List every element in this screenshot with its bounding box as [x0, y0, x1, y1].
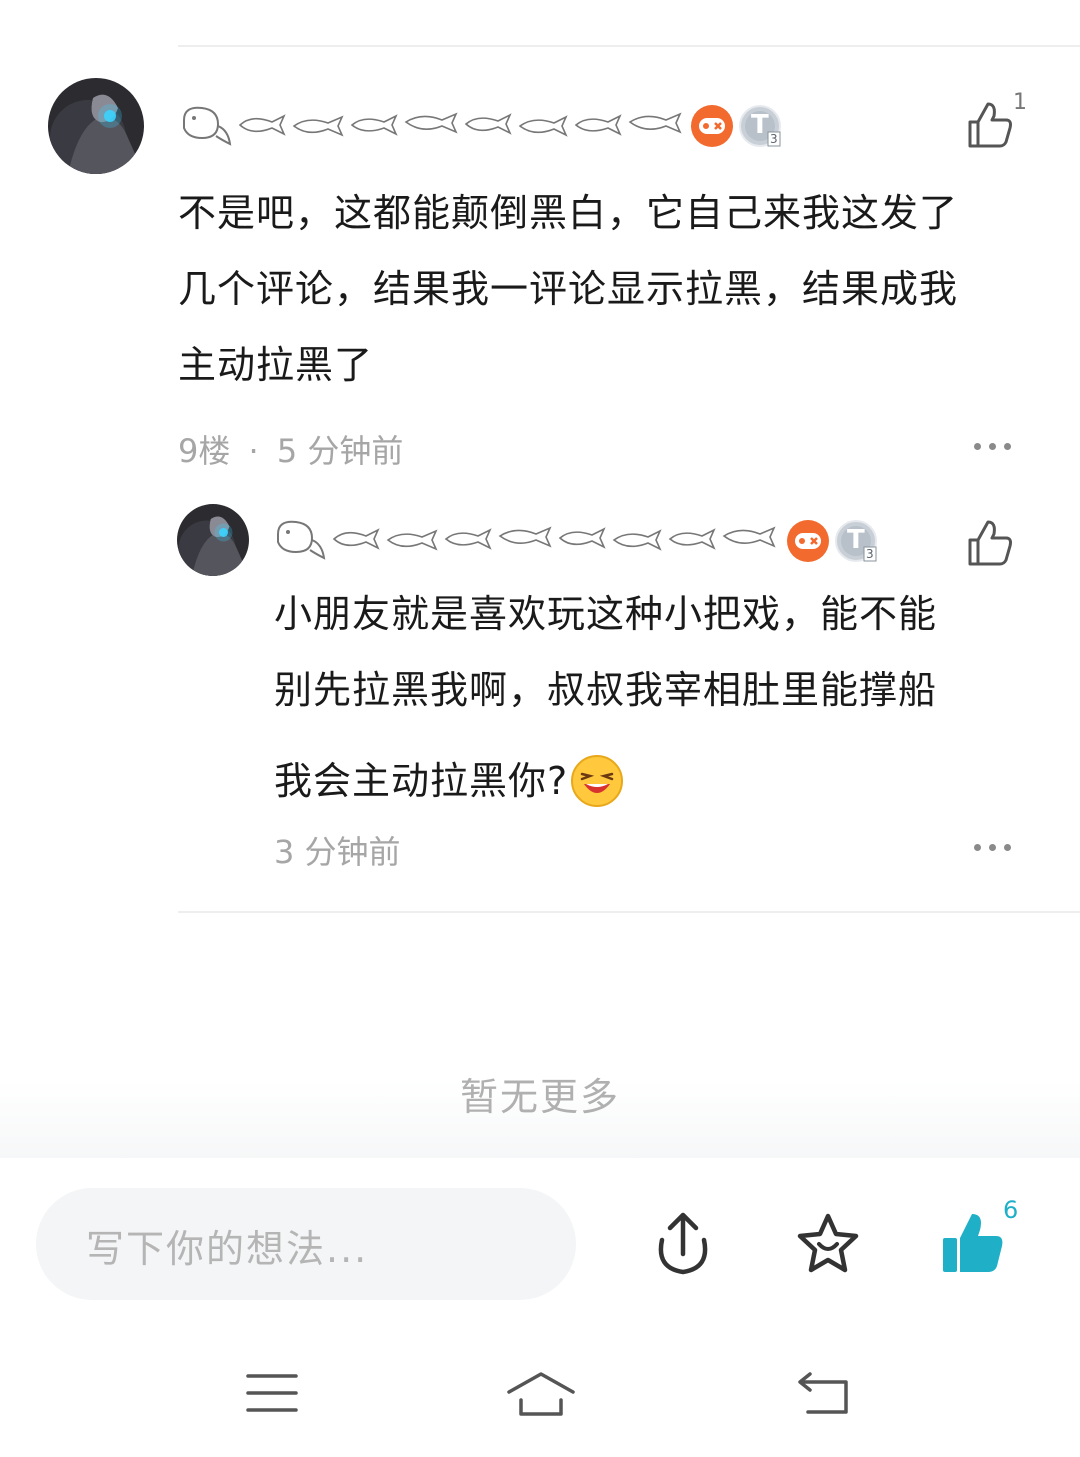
- level-badge-number: 3: [866, 547, 874, 561]
- reply-like-icon[interactable]: [966, 518, 1014, 568]
- comment-meta: 9楼 · 5 分钟前: [178, 426, 403, 472]
- reply-text-line-2: 别先拉黑我啊，叔叔我宰相肚里能撑船: [274, 668, 938, 712]
- comment-input-placeholder: 写下你的想法...: [86, 1227, 369, 1271]
- reply-text-last-line: 我会主动拉黑你?: [274, 759, 569, 803]
- menu-icon[interactable]: [246, 1372, 298, 1414]
- game-badge-icon: [691, 105, 733, 147]
- fish-doodle-icon: [668, 528, 716, 550]
- laughing-emoji-icon: [571, 755, 624, 807]
- level-badge-letter: T: [847, 525, 865, 555]
- like-total-count: 6: [1003, 1196, 1019, 1224]
- fish-doodle-icon: [464, 113, 512, 135]
- reply-text-line-3: 我会主动拉黑你?: [274, 743, 1054, 819]
- fish-doodle-icon: [238, 114, 286, 136]
- reply-username-fish-doodle[interactable]: [272, 514, 782, 564]
- fish-doodle-icon: [574, 114, 622, 136]
- fish-doodle-icon: [292, 115, 344, 137]
- comment-time: 5 分钟前: [276, 432, 404, 470]
- username-fish-doodle[interactable]: [178, 100, 688, 150]
- fish-doodle-icon: [444, 528, 492, 550]
- share-icon[interactable]: [650, 1210, 716, 1276]
- no-more-label: 暂无更多: [459, 1075, 620, 1119]
- fish-doodle-icon: [518, 115, 568, 137]
- reply-divider: [178, 911, 1080, 913]
- reply-more-options-icon[interactable]: [974, 844, 1011, 851]
- fish-doodle-icon: [404, 112, 458, 134]
- level-badge-number: 3: [770, 132, 778, 146]
- meta-separator: ·: [248, 432, 259, 470]
- fish-doodle-icon: [722, 526, 776, 548]
- fish-doodle-icon: [350, 114, 398, 136]
- fish-doodle-icon: [612, 529, 662, 551]
- fish-doodle-icon: [628, 112, 682, 134]
- reply-text-line-1: 小朋友就是喜欢玩这种小把戏，能不能: [274, 592, 938, 636]
- like-icon[interactable]: [966, 100, 1014, 150]
- floor-label: 9楼: [178, 432, 231, 470]
- fish-doodle-icon: [558, 527, 606, 549]
- level-t3-icon: T 3: [738, 104, 782, 148]
- comment-text: 不是吧，这都能颠倒黑白，它自己来我这发了 几个评论，结果我一评论显示拉黑，结果成…: [178, 191, 959, 387]
- favorite-star-icon[interactable]: [794, 1212, 862, 1276]
- level-t3-icon: T 3: [834, 519, 878, 563]
- like-count: 1: [1013, 90, 1027, 115]
- fish-doodle-icon: [498, 526, 552, 548]
- avatar[interactable]: [48, 78, 144, 174]
- home-icon[interactable]: [505, 1370, 577, 1418]
- fish-doodle-icon: [386, 529, 438, 551]
- more-options-icon[interactable]: [974, 443, 1011, 450]
- level-badge-letter: T: [751, 110, 769, 140]
- back-icon[interactable]: [796, 1370, 852, 1416]
- fish-doodle-icon: [332, 528, 380, 550]
- like-filled-icon[interactable]: [940, 1210, 1006, 1276]
- fish-doodle-icon: [183, 106, 232, 146]
- fish-doodle-icon: [277, 520, 326, 560]
- game-badge-icon: [787, 520, 829, 562]
- top-divider: [178, 45, 1080, 47]
- comment-input[interactable]: 写下你的想法...: [36, 1188, 576, 1300]
- reply-time: 3 分钟前: [274, 833, 401, 871]
- reply-avatar[interactable]: [177, 504, 249, 576]
